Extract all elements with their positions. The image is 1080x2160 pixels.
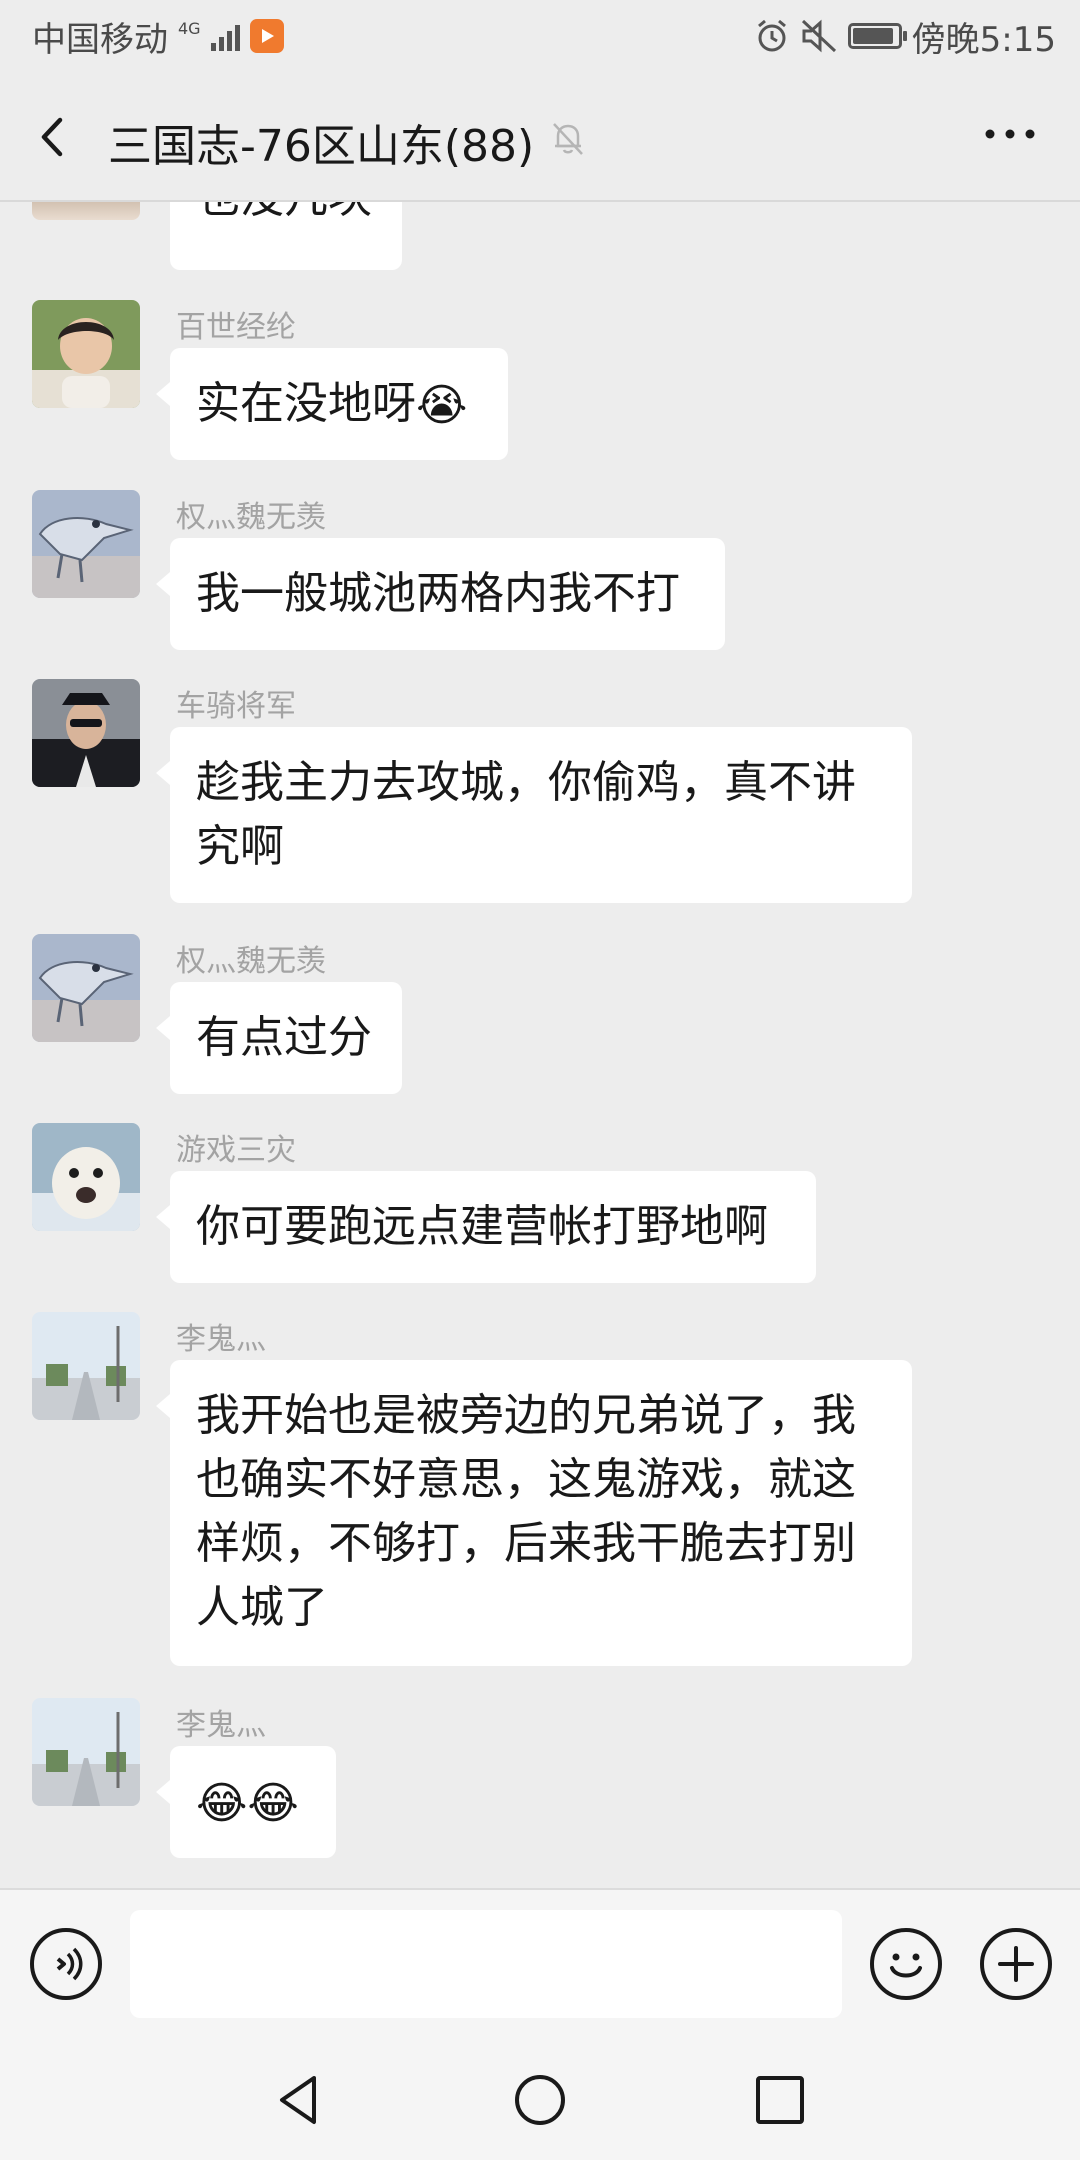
alarm-icon <box>757 19 786 52</box>
battery-icon <box>847 23 907 49</box>
message-bubble[interactable]: 我一般城池两格内我不打 <box>156 538 725 650</box>
message-list[interactable]: 也没几块 百世经纶 实在没地呀😭 <box>0 202 1080 1888</box>
message-bubble[interactable]: 趁我主力去攻城，你偷鸡，真不讲究啊 <box>156 727 912 903</box>
nav-home-icon[interactable] <box>510 2070 570 2130</box>
officer-photo <box>32 679 140 787</box>
avatar[interactable] <box>32 1123 140 1231</box>
mute-bell-icon <box>553 123 583 155</box>
sender-name: 权灬魏无羡 <box>176 944 326 979</box>
nav-recents-icon[interactable] <box>750 2070 810 2130</box>
message-bubble[interactable]: 实在没地呀😭 <box>156 348 508 460</box>
back-icon[interactable] <box>30 112 80 162</box>
message-bubble[interactable]: 有点过分 <box>156 982 402 1094</box>
message-bubble[interactable]: 😂😂 <box>156 1746 336 1858</box>
input-bar <box>0 1888 1080 2040</box>
message-text: 实在没地呀 <box>196 378 416 429</box>
message-bubble[interactable]: 也没几块 <box>170 202 402 270</box>
avatar[interactable] <box>32 202 140 220</box>
street-photo <box>32 1698 140 1806</box>
more-icon[interactable] <box>980 114 1040 154</box>
avatar[interactable] <box>32 934 140 1042</box>
chat-title: 三国志-76区山东(88) <box>108 121 535 172</box>
laughing-emoji: 😂😂 <box>196 1778 299 1829</box>
seal-photo <box>32 1123 140 1231</box>
message-input[interactable] <box>130 1910 842 2018</box>
sender-name: 权灬魏无羡 <box>176 500 326 535</box>
sender-name: 李鬼灬 <box>176 1708 266 1743</box>
battery-fill <box>852 28 893 44</box>
sender-name: 车骑将军 <box>176 689 296 724</box>
signal-icon <box>210 21 240 51</box>
crocodile-cartoon <box>32 490 140 598</box>
system-nav-bar <box>0 2040 1080 2160</box>
avatar[interactable] <box>32 300 140 408</box>
message-text: 我开始也是被旁边的兄弟说了，我也确实不好意思，这鬼游戏，就这样烦，不够打，后来我… <box>196 1390 856 1633</box>
status-bar: 中国移动 4G 傍晚5:15 <box>0 0 1080 72</box>
message-text: 有点过分 <box>196 1012 372 1063</box>
status-left: 中国移动 4G <box>32 12 284 61</box>
street-photo <box>32 1312 140 1420</box>
avatar[interactable] <box>32 1312 140 1420</box>
message-bubble[interactable]: 我开始也是被旁边的兄弟说了，我也确实不好意思，这鬼游戏，就这样烦，不够打，后来我… <box>156 1360 912 1666</box>
avatar[interactable] <box>32 679 140 787</box>
carrier-name: 中国移动 <box>32 19 168 60</box>
chat-header: 三国志-76区山东(88) <box>0 72 1080 202</box>
crying-emoji: 😭 <box>416 380 468 431</box>
message-bubble[interactable]: 你可要跑远点建营帐打野地啊 <box>156 1171 816 1283</box>
avatar[interactable] <box>32 1698 140 1806</box>
nav-back-icon[interactable] <box>270 2070 330 2130</box>
message-text: 也没几块 <box>196 202 372 223</box>
sender-name: 李鬼灬 <box>176 1322 266 1357</box>
plus-icon[interactable] <box>980 1928 1052 2000</box>
video-app-icon <box>249 19 284 53</box>
sender-name: 百世经纶 <box>176 310 296 345</box>
message-text: 我一般城池两格内我不打 <box>196 568 680 619</box>
network-type: 4G <box>178 19 201 38</box>
message-text: 趁我主力去攻城，你偷鸡，真不讲究啊 <box>196 757 856 872</box>
clock: 傍晚5:15 <box>911 19 1056 60</box>
child-photo <box>32 300 140 408</box>
sender-name: 游戏三灾 <box>176 1133 296 1168</box>
voice-icon[interactable] <box>30 1928 102 2000</box>
avatar[interactable] <box>32 490 140 598</box>
crocodile-cartoon <box>32 934 140 1042</box>
emoji-icon[interactable] <box>870 1928 942 2000</box>
message-text: 你可要跑远点建营帐打野地啊 <box>196 1201 768 1252</box>
mute-volume-icon <box>801 19 836 53</box>
status-right: 傍晚5:15 <box>754 12 1056 61</box>
